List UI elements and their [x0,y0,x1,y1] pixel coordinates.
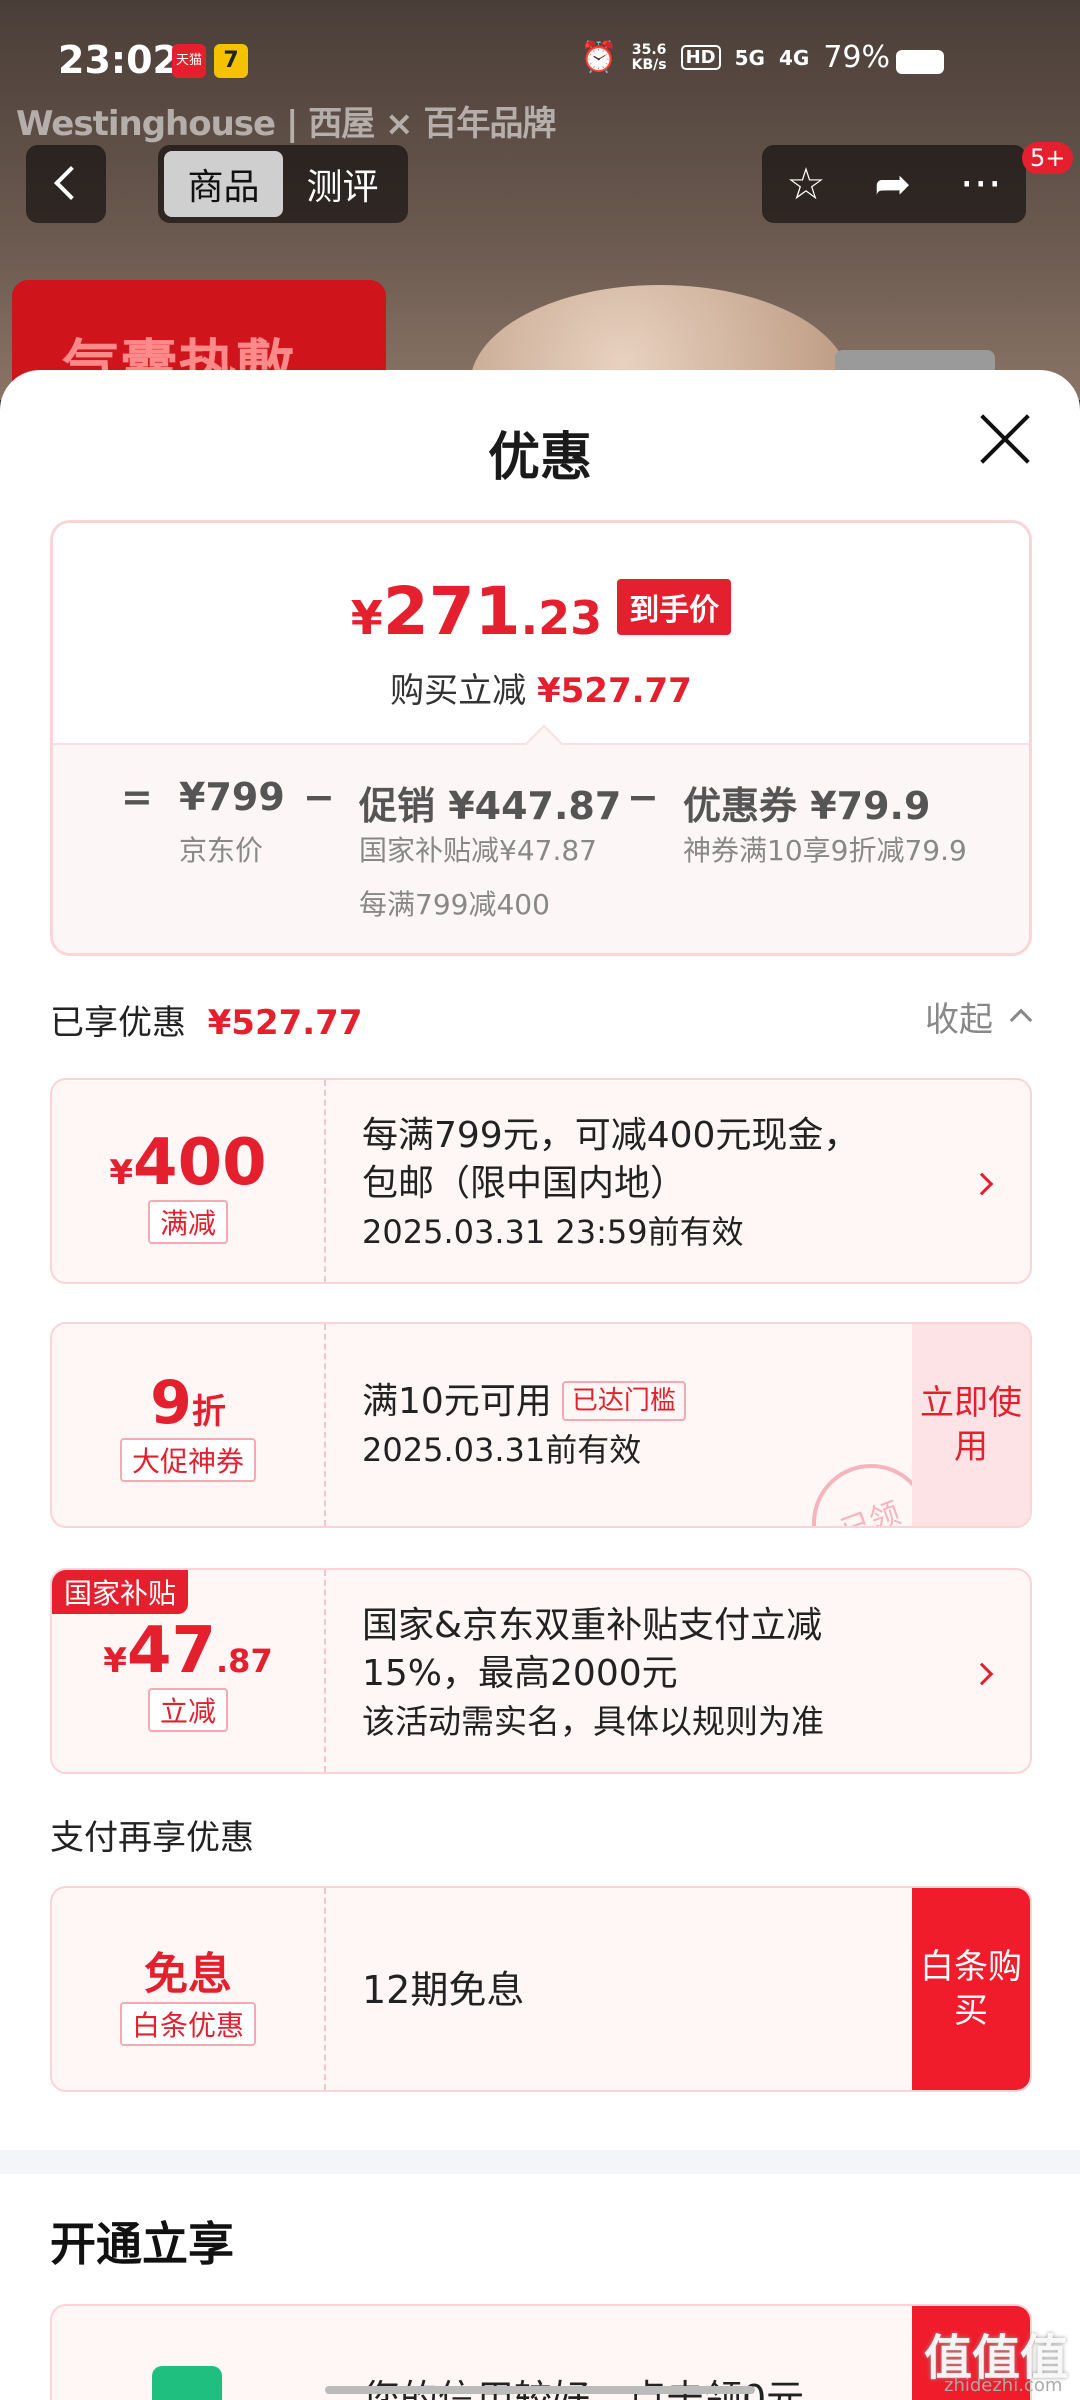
tmall-app-icon: 天猫 [172,44,206,78]
coupon-tag: 立减 [147,1688,228,1732]
coupon-detail: 神券满10享9折减79.9 [683,834,967,867]
coupon-tag: 满减 [147,1200,228,1244]
shopping-bag-icon [152,2366,222,2400]
home-indicator[interactable] [325,2386,755,2394]
coupon-mega-sale[interactable]: 9折 大促神券 满10元可用 已达门槛 2025.03.31前有效 已领 立即使用 [50,1322,1032,1528]
coupon-tag: 大促神券 [119,1438,256,1482]
nav-tools: ☆ ➦ ··· [762,145,1026,223]
status-time: 23:02 [58,38,179,82]
watermark-url: zhidezhi.com [944,2375,1063,2396]
collapse-button[interactable]: 收起 [925,992,993,1041]
chevron-up-icon[interactable] [1009,1008,1033,1032]
signal-4g-icon: 4G [778,45,810,70]
enjoyed-discount: 已享优惠 ¥527.77 [50,1003,363,1043]
final-price-tag: 到手价 [617,579,732,635]
status-indicators: ⏰ 35.6 KB/s HD 5G 4G 79% [580,40,890,75]
close-icon[interactable] [978,412,1032,466]
use-now-button[interactable]: 立即使用 [912,1324,1030,1526]
brand-logo: Westinghouse | 西屋 × 百年品牌 [16,104,556,144]
hd-icon: HD [680,45,721,70]
app-7-icon: 7 [214,44,248,78]
threshold-met-badge: 已达门槛 [561,1381,686,1421]
promo-detail-2: 每满799减400 [359,888,550,921]
chevron-right-icon[interactable] [970,1662,994,1686]
promo-detail-1: 国家补贴减¥47.87 [359,834,597,867]
jd-price-label: 京东价 [179,834,264,867]
alarm-icon: ⏰ [580,40,618,75]
net-speed: 35.6 KB/s [631,41,667,73]
baitiao-buy-button[interactable]: 白条购买 [912,1888,1030,2090]
price-summary-card: ¥271.23 到手价 购买立减 ¥527.77 = ¥799 京东价 − 促销… [50,520,1032,956]
pay-section-title: 支付再享优惠 [50,1818,254,1858]
battery-percent: 79% [823,40,890,75]
battery-icon [896,50,944,74]
price-breakdown: = ¥799 京东价 − 促销 ¥447.87 国家补贴减¥47.87 每满79… [53,743,1029,953]
coupon-full-reduction[interactable]: ¥400 满减 每满799元，可减400元现金， 包邮（限中国内地） 2025.… [50,1078,1032,1284]
coupon-gov-subsidy[interactable]: ¥47.87 立减 国家补贴 国家&京东双重补贴支付立减 15%，最高2000元… [50,1568,1032,1774]
share-icon[interactable]: ➦ [874,159,911,210]
baitiao-card[interactable]: 免息 白条优惠 12期免息 白条购买 [50,1886,1032,2092]
gov-subsidy-badge: 国家补贴 [52,1570,189,1614]
final-price: ¥271.23 到手价 [53,573,1029,650]
coupon-tag: 白条优惠 [119,2002,256,2046]
tab-product[interactable]: 商品 [164,151,283,217]
more-icon[interactable]: ··· [960,159,1002,210]
jd-price: ¥799 [179,775,285,819]
coupon-amount: 优惠券 ¥79.9 [683,784,931,828]
reduce-summary: 购买立减 ¥527.77 [390,671,692,711]
promo-amount: 促销 ¥447.87 [359,784,622,828]
open-section-title: 开通立享 [50,2217,234,2271]
signal-5g-icon: 5G [734,45,765,70]
back-button[interactable] [26,145,106,223]
discount-sheet: 优惠 ¥271.23 到手价 购买立减 ¥527.77 = ¥799 京东价 −… [0,370,1080,2400]
tab-review[interactable]: 测评 [283,151,402,217]
sheet-title: 优惠 [487,428,592,488]
star-icon[interactable]: ☆ [786,159,825,210]
message-badge: 5+ [1022,142,1074,174]
chevron-right-icon[interactable] [970,1172,994,1196]
product-tabs: 商品 测评 [158,145,408,223]
